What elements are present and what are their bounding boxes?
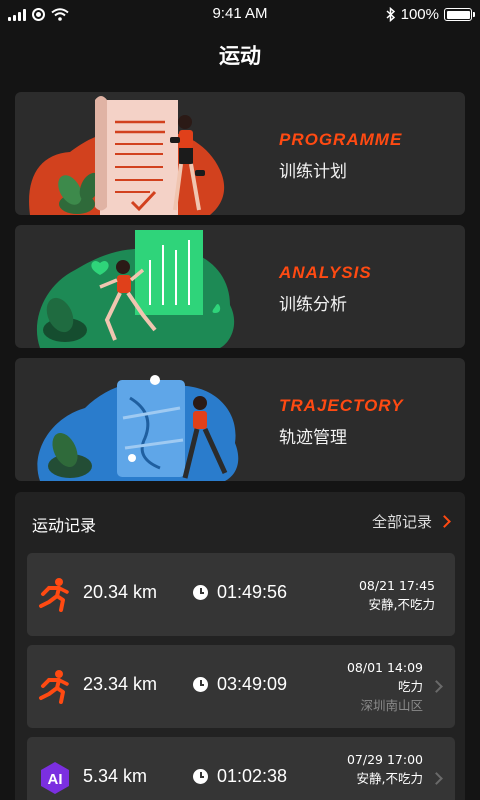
bluetooth-icon (386, 7, 395, 22)
chevron-right-icon (430, 772, 443, 785)
clock-icon (193, 677, 208, 692)
record-datetime: 07/29 17:00 (346, 752, 423, 767)
trajectory-card[interactable]: TRAJECTORY 轨迹管理 (15, 358, 465, 481)
record-item[interactable]: 20.34 km 01:49:56 08/21 17:45 安静,不吃力 (27, 553, 455, 636)
card-title-zh: 训练计划 (279, 162, 347, 182)
record-status: 吃力 (397, 679, 423, 694)
view-all-records-link[interactable]: 全部记录 (371, 511, 451, 532)
chevron-right-icon (430, 680, 443, 693)
records-title: 运动记录 (32, 516, 97, 535)
clock-icon (193, 585, 208, 600)
card-title-en: ANALYSIS (279, 263, 372, 282)
record-duration: 01:02:38 (217, 766, 288, 786)
record-meta: 07/29 17:00 安静,不吃力 (347, 750, 423, 788)
record-meta: 08/01 14:09 吃力 深圳南山区 (347, 658, 423, 715)
record-duration: 03:49:09 (217, 674, 288, 694)
ai-badge-text: AI (48, 771, 63, 788)
record-distance: 5.34 km (83, 766, 148, 786)
card-title-en: PROGRAMME (279, 130, 403, 149)
trajectory-illustration (37, 375, 239, 481)
analysis-illustration (36, 230, 235, 348)
record-meta: 08/21 17:45 安静,不吃力 (359, 576, 435, 614)
record-distance: 20.34 km (83, 582, 158, 602)
record-item[interactable]: 23.34 km 03:49:09 08/01 14:09 吃力 深圳南山区 (27, 645, 455, 728)
programme-illustration (29, 96, 225, 215)
record-datetime: 08/01 14:09 (346, 660, 423, 675)
view-all-label: 全部记录 (371, 513, 432, 531)
record-item[interactable]: AI 5.34 km 01:02:38 07/29 17:00 安静,不吃力 (27, 737, 455, 800)
records-panel: 运动记录 全部记录 20.34 km 01:49:56 08/21 17:45 … (15, 492, 465, 800)
chevron-right-icon (438, 515, 451, 528)
battery-icon (444, 8, 475, 21)
running-icon (39, 578, 69, 612)
clock-icon (193, 769, 208, 784)
card-title-zh: 轨迹管理 (279, 428, 347, 448)
status-bar: 9:41 AM 100% (0, 0, 480, 30)
analysis-card[interactable]: ANALYSIS 训练分析 (15, 225, 465, 348)
record-status: 安静,不吃力 (356, 771, 423, 786)
battery-percent: 100% (400, 6, 439, 23)
running-icon (39, 670, 69, 704)
record-location: 深圳南山区 (360, 698, 423, 713)
page-title: 运动 (219, 44, 261, 68)
record-duration: 01:49:56 (217, 582, 288, 602)
card-title-zh: 训练分析 (279, 295, 347, 315)
programme-card[interactable]: PROGRAMME 训练计划 (15, 92, 465, 215)
record-status: 安静,不吃力 (368, 597, 435, 612)
ai-badge-icon: AI (41, 762, 69, 794)
card-title-en: TRAJECTORY (279, 396, 404, 415)
record-distance: 23.34 km (83, 674, 158, 694)
record-datetime: 08/21 17:45 (358, 578, 435, 593)
